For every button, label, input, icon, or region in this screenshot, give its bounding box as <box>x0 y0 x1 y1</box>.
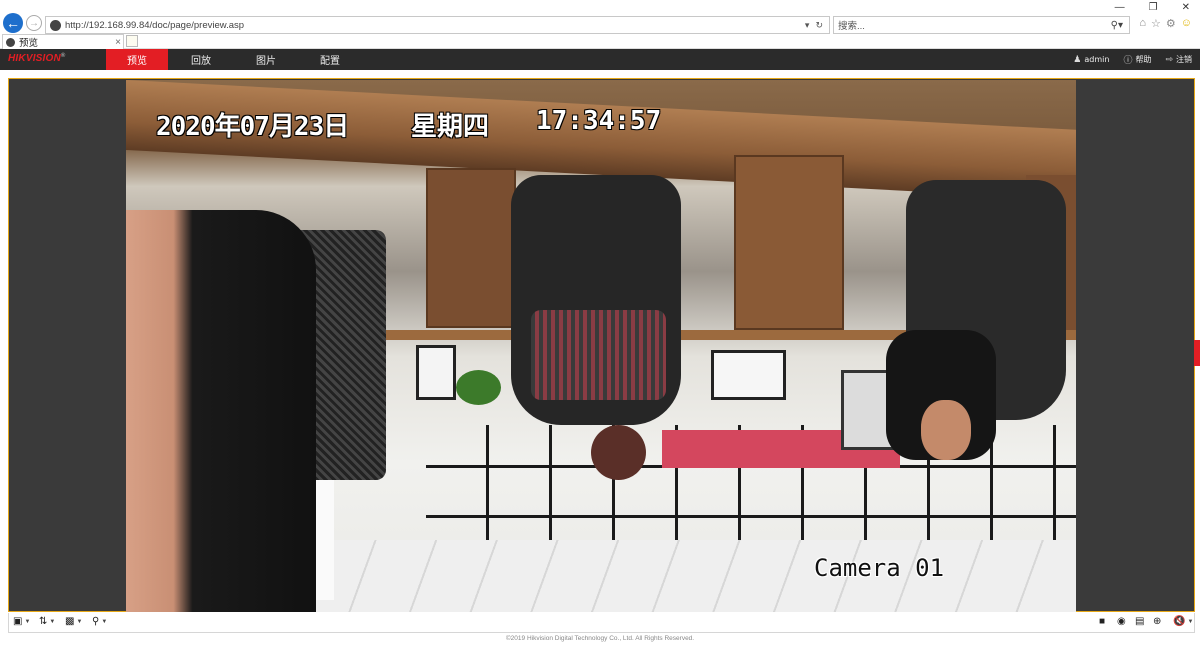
settings-gear-icon[interactable]: ⚙ <box>1166 17 1176 30</box>
favorites-star-icon[interactable]: ☆ <box>1151 17 1161 30</box>
stop-all-icon: ■ <box>1099 616 1106 627</box>
window-controls: — ❐ ✕ <box>1115 2 1190 13</box>
registered-mark: ® <box>60 53 66 59</box>
office-chair-seat-image <box>531 310 666 400</box>
close-tab-icon[interactable]: × <box>115 37 121 48</box>
person-image <box>126 210 316 612</box>
stream-type-icon: ⇅ <box>39 616 48 627</box>
monitor-image <box>711 350 786 400</box>
main-nav-bar: HIKVISION® 预览 回放 图片 配置 ♟ admin ⓘ 帮助 ⇨ 注销 <box>0 49 1200 70</box>
nav-config[interactable]: 配置 <box>298 49 362 70</box>
microphone-icon: ⚲ <box>92 616 100 627</box>
cabinet-image <box>426 168 516 328</box>
help-link[interactable]: ⓘ 帮助 <box>1123 53 1151 66</box>
browser-toolbar-icons: ⌂ ☆ ⚙ ☺ <box>1139 17 1192 30</box>
home-icon[interactable]: ⌂ <box>1139 17 1146 30</box>
url-text[interactable]: http://192.168.99.84/doc/page/preview.as… <box>65 20 805 31</box>
window-layout-icon: ▣ <box>13 616 23 627</box>
person-head-image <box>591 425 646 480</box>
caret-down-icon: ▼ <box>76 618 83 625</box>
caret-down-icon: ▼ <box>101 618 108 625</box>
address-bar[interactable]: http://192.168.99.84/doc/page/preview.as… <box>45 16 830 34</box>
monitor-image <box>416 345 456 400</box>
live-video-feed[interactable]: 2020年07月23日 星期四 17:34:57 Camera 01 <box>126 80 1076 612</box>
nav-picture[interactable]: 图片 <box>234 49 298 70</box>
hikvision-logo: HIKVISION® <box>8 53 66 64</box>
logout-link[interactable]: ⇨ 注销 <box>1165 54 1192 65</box>
site-favicon-icon <box>50 19 61 31</box>
feedback-smiley-icon[interactable]: ☺ <box>1181 17 1192 30</box>
caret-down-icon: ▼ <box>49 618 56 625</box>
capture-all-button[interactable]: ◉ <box>1117 616 1126 627</box>
logout-icon: ⇨ <box>1165 54 1173 65</box>
record-all-icon: ▤ <box>1135 616 1145 627</box>
restore-icon[interactable]: ❐ <box>1149 2 1158 13</box>
osd-time: 17:34:57 <box>536 106 662 136</box>
tab-title[interactable]: 预览 <box>19 35 115 49</box>
stream-type-button[interactable]: ⇅ ▼ <box>39 616 55 627</box>
plugin-icon: ▩ <box>65 616 75 627</box>
capture-all-icon: ◉ <box>1117 616 1126 627</box>
nav-preview[interactable]: 预览 <box>106 49 168 70</box>
close-window-icon[interactable]: ✕ <box>1182 2 1190 13</box>
osd-date: 2020年07月23日 <box>156 112 349 142</box>
refresh-icon[interactable]: ↻ <box>815 20 823 31</box>
browser-tab-preview[interactable]: 预览 × <box>2 34 124 49</box>
floor-image <box>316 540 1076 612</box>
audio-button[interactable]: 🔇 ▼ <box>1173 616 1193 627</box>
username-label[interactable]: admin <box>1084 55 1109 64</box>
plant-image <box>456 370 501 405</box>
back-arrow-icon[interactable]: ← <box>3 13 23 33</box>
plugin-button[interactable]: ▩ ▼ <box>65 616 82 627</box>
cabinet-image <box>734 155 844 330</box>
address-dropdown-icon[interactable]: ▾ <box>805 20 810 31</box>
nav-playback[interactable]: 回放 <box>168 49 234 70</box>
audio-muted-icon: 🔇 <box>1173 616 1186 627</box>
new-tab-button[interactable] <box>126 35 138 47</box>
tab-strip: 预览 × <box>0 34 1200 49</box>
stop-all-button[interactable]: ■ <box>1099 616 1105 627</box>
preview-control-bar: ▣ ▼ ⇅ ▼ ▩ ▼ ⚲ ▼ ■ ◉ ▤ ⊕ 🔇 ▼ <box>8 613 1195 633</box>
minimize-icon[interactable]: — <box>1115 2 1125 13</box>
person-head-image <box>921 400 971 460</box>
osd-camera-name: Camera 01 <box>814 554 945 582</box>
search-icon[interactable]: ⚲▾ <box>1111 20 1123 31</box>
user-area: ♟ admin ⓘ 帮助 ⇨ 注销 <box>1073 49 1192 70</box>
side-panel-toggle[interactable] <box>1194 340 1200 366</box>
search-placeholder[interactable]: 搜索... <box>838 18 1111 32</box>
osd-weekday: 星期四 <box>411 112 490 142</box>
logo-text: HIKVISION <box>8 53 61 64</box>
microphone-button[interactable]: ⚲ ▼ <box>92 616 107 627</box>
search-input[interactable]: 搜索... ⚲▾ <box>833 16 1130 34</box>
record-all-button[interactable]: ▤ <box>1135 616 1144 627</box>
copyright-footer: ©2019 Hikvision Digital Technology Co., … <box>505 635 695 642</box>
browser-toolbar: ← → http://192.168.99.84/doc/page/previe… <box>0 0 1200 34</box>
caret-down-icon: ▼ <box>1187 618 1194 625</box>
user-icon: ♟ <box>1073 54 1082 65</box>
forward-arrow-icon[interactable]: → <box>26 15 42 31</box>
digital-zoom-icon: ⊕ <box>1153 616 1162 627</box>
tab-favicon-icon <box>6 37 15 47</box>
user-menu[interactable]: ♟ admin <box>1073 55 1109 65</box>
digital-zoom-button[interactable]: ⊕ <box>1153 616 1161 627</box>
help-icon: ⓘ <box>1123 56 1133 66</box>
help-label[interactable]: 帮助 <box>1135 54 1151 65</box>
window-layout-button[interactable]: ▣ ▼ <box>13 616 30 627</box>
caret-down-icon: ▼ <box>24 618 31 625</box>
logout-label[interactable]: 注销 <box>1176 54 1192 65</box>
